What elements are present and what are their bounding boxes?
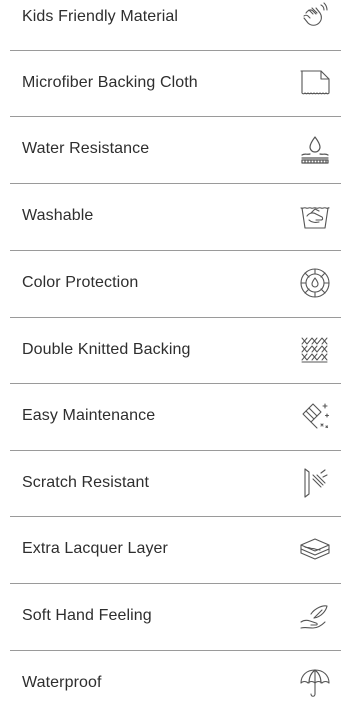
feature-item-washable: Washable <box>0 183 351 249</box>
feather-hand-icon <box>297 598 333 634</box>
feature-label: Washable <box>22 207 94 224</box>
water-drop-icon <box>297 131 333 167</box>
feature-item-scratch-resistant: Scratch Resistant <box>0 450 351 516</box>
feature-label: Double Knitted Backing <box>22 341 191 358</box>
hand-wash-icon <box>297 198 333 234</box>
feature-item-easy-maintenance: Easy Maintenance <box>0 383 351 449</box>
knit-pattern-icon <box>297 332 333 368</box>
cleaning-sparkle-icon <box>297 398 333 434</box>
feature-label: Kids Friendly Material <box>22 8 179 25</box>
feature-label: Soft Hand Feeling <box>22 607 152 624</box>
feature-label: Scratch Resistant <box>22 474 150 491</box>
feature-label: Color Protection <box>22 274 139 291</box>
scratch-shield-icon <box>297 465 333 501</box>
feature-label: Extra Lacquer Layer <box>22 540 168 557</box>
feature-item-double-knitted: Double Knitted Backing <box>0 317 351 383</box>
umbrella-icon <box>297 665 333 701</box>
feature-list: Kids Friendly Material Microfiber Backin… <box>0 0 351 699</box>
feature-label: Microfiber Backing Cloth <box>22 74 198 91</box>
feature-item-waterproof: Waterproof <box>0 650 351 716</box>
feature-item-microfiber: Microfiber Backing Cloth <box>0 50 351 116</box>
feature-item-soft-hand: Soft Hand Feeling <box>0 583 351 649</box>
feature-label: Waterproof <box>22 674 102 691</box>
feature-item-extra-lacquer: Extra Lacquer Layer <box>0 516 351 582</box>
cloth-icon <box>297 65 333 101</box>
feature-item-kids-friendly: Kids Friendly Material <box>0 0 351 50</box>
layers-icon <box>297 531 333 567</box>
feature-item-color-protection: Color Protection <box>0 250 351 316</box>
color-wheel-icon <box>297 265 333 301</box>
feature-item-water-resistance: Water Resistance <box>0 116 351 182</box>
feature-label: Easy Maintenance <box>22 407 156 424</box>
feature-label: Water Resistance <box>22 140 150 157</box>
child-hand-icon <box>297 0 333 35</box>
